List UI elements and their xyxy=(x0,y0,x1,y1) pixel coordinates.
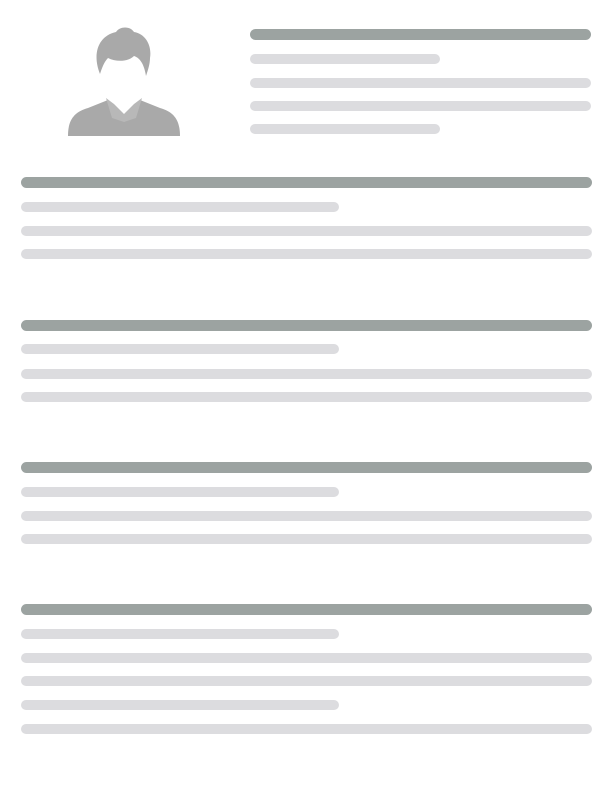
header-line xyxy=(250,54,440,64)
section-line xyxy=(21,653,592,663)
section-line xyxy=(21,724,592,734)
section-heading-bar xyxy=(21,462,592,473)
header-name-bar xyxy=(250,29,591,40)
section-line xyxy=(21,511,592,521)
person-silhouette-icon xyxy=(68,27,180,136)
section-line xyxy=(21,344,339,354)
section-line xyxy=(21,676,592,686)
section-line xyxy=(21,202,339,212)
section-heading-bar xyxy=(21,604,592,615)
section-line xyxy=(21,249,592,259)
header-line xyxy=(250,124,440,134)
section-line xyxy=(21,700,339,710)
section-heading-bar xyxy=(21,177,592,188)
section-line xyxy=(21,629,339,639)
section-heading-bar xyxy=(21,320,592,331)
section-line xyxy=(21,534,592,544)
header-line xyxy=(250,101,591,111)
section-line xyxy=(21,487,339,497)
section-line xyxy=(21,226,592,236)
header-line xyxy=(250,78,591,88)
section-line xyxy=(21,392,592,402)
section-line xyxy=(21,369,592,379)
